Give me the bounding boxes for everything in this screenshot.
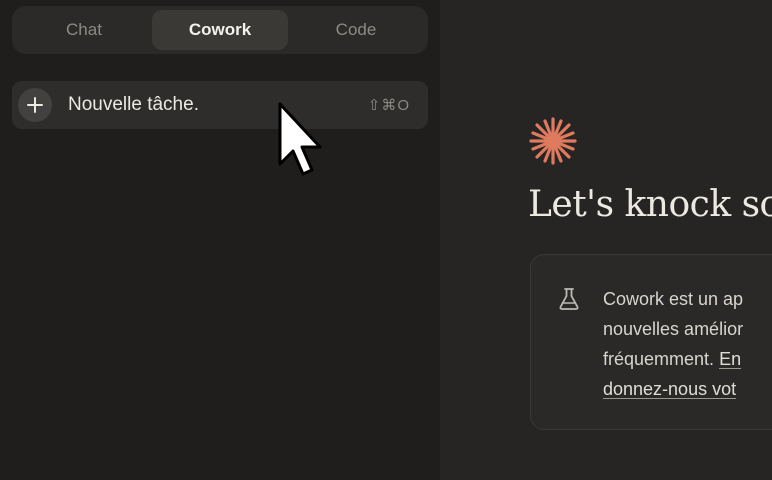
keyboard-shortcut: ⇧⌘O [367,97,410,114]
sidebar: Chat Cowork Code Nouvelle tâche. ⇧⌘O [0,0,440,480]
app-window: Chat Cowork Code Nouvelle tâche. ⇧⌘O Let… [0,0,772,480]
mode-tabs: Chat Cowork Code [12,6,428,54]
sparkle-logo-icon [526,114,580,168]
tab-cowork[interactable]: Cowork [152,10,288,50]
notice-line-2: nouvelles amélior [603,319,744,339]
notice-line-1: Cowork est un ap [603,289,744,309]
notice-line-3-text: fréquemment. [603,349,720,369]
feedback-link-continued[interactable]: donnez-nous vot [603,379,736,399]
welcome-headline: Let's knock so [528,184,772,225]
plus-icon [18,88,52,122]
notice-text: Cowork est un ap nouvelles amélior fréqu… [603,284,772,404]
tab-code[interactable]: Code [288,10,424,50]
flask-icon [556,286,582,312]
tab-chat[interactable]: Chat [16,10,152,50]
new-task-button[interactable]: Nouvelle tâche. ⇧⌘O [12,81,428,129]
notice-line-3: fréquemment. En [603,344,772,374]
notice-line-4: donnez-nous vot [603,374,772,404]
mouse-pointer-icon [276,100,330,180]
feedback-link[interactable]: En [719,349,741,369]
